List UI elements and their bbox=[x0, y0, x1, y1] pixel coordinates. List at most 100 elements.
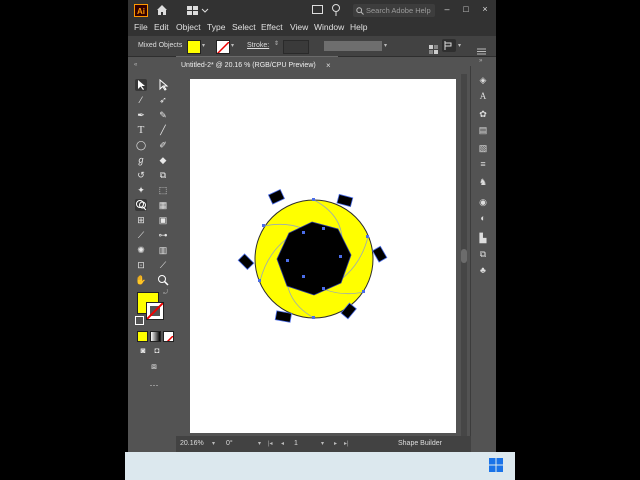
variable-width-profile[interactable] bbox=[324, 41, 382, 51]
next-page-icon[interactable]: ▸ bbox=[334, 440, 337, 447]
color-mode-button[interactable] bbox=[137, 331, 148, 342]
more-tools-icon[interactable]: ··· bbox=[148, 379, 160, 391]
drawing-mode-icon[interactable]: ◙ bbox=[137, 345, 149, 357]
symbols-icon[interactable]: ♣ bbox=[477, 264, 489, 276]
perspective-grid-tool-icon[interactable]: ▦ bbox=[157, 199, 169, 211]
minimize-button[interactable]: – bbox=[440, 2, 454, 16]
artboard-tool-icon[interactable]: ⊡ bbox=[135, 259, 147, 271]
slice-tool-icon[interactable]: ⟋ bbox=[157, 259, 169, 271]
zoom-tool-icon[interactable] bbox=[157, 274, 169, 286]
rotate-tool-icon[interactable]: ↺ bbox=[135, 169, 147, 181]
eyedropper-tool-icon[interactable]: ⟋ bbox=[135, 229, 147, 241]
default-colors-icon[interactable] bbox=[135, 316, 144, 325]
none-mode-button[interactable] bbox=[163, 331, 174, 342]
zoom-level[interactable]: 20.16% bbox=[180, 440, 204, 447]
align-icon[interactable] bbox=[429, 41, 438, 54]
appearance-icon[interactable]: ◉ bbox=[477, 196, 489, 208]
canvas-area[interactable] bbox=[176, 74, 463, 436]
selection-tool-icon[interactable] bbox=[135, 79, 147, 91]
expand-panels-icon[interactable]: » bbox=[479, 58, 482, 64]
artboard[interactable] bbox=[190, 79, 456, 433]
pen-tool-icon[interactable]: ✒ bbox=[135, 109, 147, 121]
previous-page-icon[interactable]: ◂ bbox=[281, 440, 284, 447]
chevron-down-icon[interactable]: ▾ bbox=[384, 42, 387, 49]
swatches-icon[interactable]: ▤ bbox=[477, 124, 489, 136]
screen-mode-icon[interactable]: ⧈ bbox=[148, 360, 160, 372]
first-page-icon[interactable]: |◂ bbox=[268, 440, 273, 447]
stroke-weight-field[interactable] bbox=[283, 40, 309, 54]
free-transform-tool-icon[interactable]: ⬚ bbox=[157, 184, 169, 196]
fill-swatch[interactable] bbox=[187, 40, 201, 54]
artwork[interactable] bbox=[190, 79, 456, 433]
pathfinder-icon[interactable]: ⧉ bbox=[477, 248, 489, 260]
character-icon[interactable]: A bbox=[477, 90, 489, 102]
workspace-switcher-icon[interactable] bbox=[186, 4, 210, 16]
stroke-color-swatch[interactable] bbox=[146, 302, 164, 320]
menu-edit[interactable]: Edit bbox=[154, 22, 169, 32]
layers-icon[interactable]: ◈ bbox=[477, 74, 489, 86]
menu-select[interactable]: Select bbox=[232, 22, 256, 32]
vertical-scrollbar[interactable] bbox=[461, 74, 467, 436]
scale-tool-icon[interactable]: ⧉ bbox=[157, 169, 169, 181]
page-number[interactable]: 1 bbox=[294, 440, 298, 447]
hand-tool-icon[interactable]: ✋ bbox=[135, 274, 147, 286]
puppet-icon[interactable]: ♞ bbox=[477, 176, 489, 188]
column-graph-tool-icon[interactable]: ▥ bbox=[157, 244, 169, 256]
properties-icon[interactable]: ≡ bbox=[477, 158, 489, 170]
eraser-tool-icon[interactable]: ◆ bbox=[157, 154, 169, 166]
direct-selection-tool-icon[interactable] bbox=[157, 78, 169, 91]
menu-object[interactable]: Object bbox=[176, 22, 201, 32]
last-page-icon[interactable]: ▸| bbox=[344, 440, 349, 447]
transform-icon[interactable] bbox=[442, 39, 456, 52]
menu-help[interactable]: Help bbox=[350, 22, 367, 32]
transparency-icon[interactable]: ◐ bbox=[477, 212, 489, 224]
collapse-icon[interactable]: « bbox=[134, 62, 137, 68]
line-tool-icon[interactable]: ╱ bbox=[157, 124, 169, 136]
maximize-button[interactable]: □ bbox=[459, 2, 473, 16]
document-tab[interactable]: Untitled-2* @ 20.16 % (RGB/CPU Preview) … bbox=[176, 56, 338, 75]
menu-type[interactable]: Type bbox=[207, 22, 225, 32]
chevron-down-icon[interactable]: ▾ bbox=[212, 440, 215, 447]
type-tool-icon[interactable]: T bbox=[135, 124, 147, 136]
chevron-down-icon[interactable]: ▾ bbox=[258, 440, 261, 447]
close-tab-icon[interactable]: × bbox=[326, 61, 331, 70]
chevron-down-icon[interactable]: ▾ bbox=[321, 440, 324, 447]
chevron-down-icon[interactable]: ▾ bbox=[458, 42, 461, 49]
symbol-sprayer-tool-icon[interactable]: ✺ bbox=[135, 244, 147, 256]
search-box[interactable] bbox=[353, 4, 435, 17]
shaper-tool-icon[interactable]: ℊ bbox=[135, 154, 147, 166]
ellipse-tool-icon[interactable]: ◯ bbox=[135, 139, 147, 151]
menu-effect[interactable]: Effect bbox=[261, 22, 283, 32]
magic-wand-tool-icon[interactable]: ⁄ bbox=[135, 94, 147, 106]
align-panel-icon[interactable]: ▙ bbox=[477, 232, 489, 244]
swap-colors-icon[interactable]: ⤾ bbox=[163, 290, 168, 297]
gradient-tool-icon[interactable]: ▣ bbox=[157, 214, 169, 226]
menu-window[interactable]: Window bbox=[314, 22, 344, 32]
menu-view[interactable]: View bbox=[290, 22, 308, 32]
rotation-angle[interactable]: 0° bbox=[226, 440, 233, 447]
color-icon[interactable]: ✿ bbox=[477, 108, 489, 120]
panel-menu-icon[interactable] bbox=[477, 42, 486, 55]
home-icon[interactable] bbox=[155, 3, 169, 17]
mesh-tool-icon[interactable]: ⊞ bbox=[135, 214, 147, 226]
chevron-down-icon[interactable]: ▾ bbox=[231, 42, 234, 49]
shape-builder-tool-icon[interactable] bbox=[135, 199, 147, 211]
chevron-down-icon[interactable]: ▾ bbox=[202, 42, 205, 49]
scrollbar-thumb[interactable] bbox=[461, 249, 467, 263]
lasso-tool-icon[interactable]: ➶ bbox=[157, 94, 169, 106]
search-input[interactable] bbox=[366, 4, 434, 17]
stepper-icon[interactable]: ⇕ bbox=[274, 40, 279, 47]
puppet-warp-tool-icon[interactable]: ✦ bbox=[135, 184, 147, 196]
windows-start-icon[interactable] bbox=[489, 458, 503, 472]
gradient-mode-button[interactable] bbox=[150, 331, 161, 342]
arrange-documents-icon[interactable] bbox=[312, 5, 323, 14]
close-button[interactable]: × bbox=[478, 2, 492, 16]
paintbrush-tool-icon[interactable]: ✐ bbox=[157, 139, 169, 151]
draw-behind-icon[interactable]: ◘ bbox=[151, 345, 163, 357]
menu-file[interactable]: File bbox=[134, 22, 148, 32]
stroke-label[interactable]: Stroke: bbox=[247, 42, 269, 49]
lightbulb-icon[interactable] bbox=[331, 3, 341, 17]
blend-tool-icon[interactable]: ⊶ bbox=[157, 229, 169, 241]
curvature-tool-icon[interactable]: ✎ bbox=[157, 109, 169, 121]
stroke-swatch[interactable] bbox=[216, 40, 230, 54]
